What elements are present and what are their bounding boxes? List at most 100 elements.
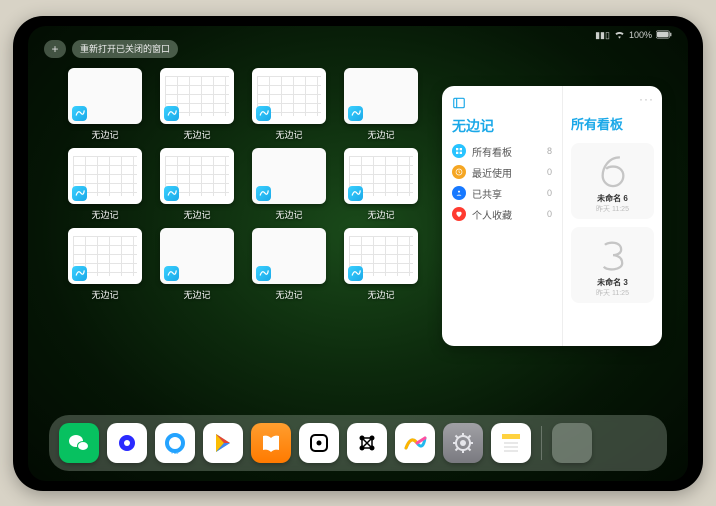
app-window[interactable]: 无边记 xyxy=(342,148,420,226)
app-thumbnail xyxy=(252,68,326,124)
sidebar-item-count: 0 xyxy=(547,167,552,177)
grid-icon xyxy=(452,144,466,158)
dock-app-wechat[interactable] xyxy=(59,423,99,463)
app-thumbnail xyxy=(68,68,142,124)
board-sketch xyxy=(590,149,636,191)
app-window-label: 无边记 xyxy=(367,128,394,141)
dock-separator xyxy=(541,426,542,460)
signal-icon: ▮▮▯ xyxy=(595,30,610,41)
app-thumbnail xyxy=(344,228,418,284)
ipad-frame: ▮▮▯ 100% + 重新打开已关闭的窗口 无边记无边记无边记无边记无边记无边记… xyxy=(13,16,703,491)
board-meta: 昨天 11:25 xyxy=(596,288,629,298)
app-window[interactable]: 无边记 xyxy=(250,68,328,146)
top-controls: + 重新打开已关闭的窗口 xyxy=(44,40,178,58)
sidebar-item-label: 所有看板 xyxy=(472,144,512,159)
freeform-sidebar-list: 所有看板 8 最近使用 0 已共享 0 个人收藏 0 xyxy=(452,144,552,222)
app-window-label: 无边记 xyxy=(91,288,118,301)
screen: ▮▮▯ 100% + 重新打开已关闭的窗口 无边记无边记无边记无边记无边记无边记… xyxy=(28,26,688,481)
svg-text:HD: HD xyxy=(171,450,179,455)
board-card[interactable]: 未命名 6昨天 11:25 xyxy=(571,143,654,219)
dock-app-dice[interactable] xyxy=(299,423,339,463)
app-window[interactable]: 无边记 xyxy=(158,148,236,226)
app-window-label: 无边记 xyxy=(183,208,210,221)
app-window-label: 无边记 xyxy=(91,208,118,221)
app-thumbnail xyxy=(344,68,418,124)
sidebar-item-label: 个人收藏 xyxy=(472,207,512,222)
app-window-label: 无边记 xyxy=(367,208,394,221)
board-sketch xyxy=(590,233,636,275)
board-name: 未命名 6 xyxy=(597,193,628,204)
boards-list: 未命名 6昨天 11:25未命名 3昨天 11:25 xyxy=(571,143,654,303)
dock-app-freeform[interactable] xyxy=(395,423,435,463)
reopen-closed-window-button[interactable]: 重新打开已关闭的窗口 xyxy=(72,40,178,58)
app-thumbnail xyxy=(68,148,142,204)
sidebar-item-count: 0 xyxy=(547,188,552,198)
app-thumbnail xyxy=(68,228,142,284)
freeform-icon xyxy=(256,266,271,281)
heart-icon xyxy=(452,207,466,221)
freeform-icon xyxy=(164,266,179,281)
app-thumbnail xyxy=(160,228,234,284)
app-window-label: 无边记 xyxy=(275,208,302,221)
freeform-content: ··· 所有看板 未命名 6昨天 11:25未命名 3昨天 11:25 xyxy=(563,86,662,346)
dock-app-grid-app[interactable] xyxy=(347,423,387,463)
people-icon xyxy=(452,186,466,200)
dock-app-settings[interactable] xyxy=(443,423,483,463)
freeform-icon xyxy=(72,186,87,201)
sidebar-item[interactable]: 已共享 0 xyxy=(452,186,552,201)
freeform-icon xyxy=(164,186,179,201)
dock-app-books[interactable] xyxy=(251,423,291,463)
sidebar-item[interactable]: 所有看板 8 xyxy=(452,144,552,159)
app-thumbnail xyxy=(160,148,234,204)
dock-app-qqbrowser[interactable]: HD xyxy=(155,423,195,463)
dock-app-notes[interactable] xyxy=(491,423,531,463)
app-thumbnail xyxy=(252,148,326,204)
app-window-label: 无边记 xyxy=(275,288,302,301)
app-window[interactable]: 无边记 xyxy=(66,228,144,306)
app-window-label: 无边记 xyxy=(183,288,210,301)
dock-app-quark[interactable] xyxy=(107,423,147,463)
app-window[interactable]: 无边记 xyxy=(158,68,236,146)
app-window[interactable]: 无边记 xyxy=(342,228,420,306)
sidebar-item-label: 最近使用 xyxy=(472,165,512,180)
app-window[interactable]: 无边记 xyxy=(250,148,328,226)
app-window[interactable]: 无边记 xyxy=(158,228,236,306)
dock-recent-folder[interactable] xyxy=(552,423,592,463)
freeform-sidebar-title: 无边记 xyxy=(452,116,552,136)
app-thumbnail xyxy=(160,68,234,124)
sidebar-item[interactable]: 个人收藏 0 xyxy=(452,207,552,222)
app-window[interactable]: 无边记 xyxy=(66,148,144,226)
freeform-sidebar: 无边记 所有看板 8 最近使用 0 已共享 0 个人收藏 0 xyxy=(442,86,563,346)
battery-icon xyxy=(656,30,672,41)
freeform-content-title: 所有看板 xyxy=(571,114,654,133)
app-window[interactable]: 无边记 xyxy=(342,68,420,146)
app-window-label: 无边记 xyxy=(367,288,394,301)
dock-app-play[interactable] xyxy=(203,423,243,463)
board-meta: 昨天 11:25 xyxy=(596,204,629,214)
sidebar-item-count: 8 xyxy=(547,146,552,156)
sidebar-item-count: 0 xyxy=(547,209,552,219)
freeform-icon xyxy=(348,266,363,281)
freeform-icon xyxy=(72,266,87,281)
more-menu-button[interactable]: ··· xyxy=(639,92,654,106)
sidebar-item[interactable]: 最近使用 0 xyxy=(452,165,552,180)
app-switcher-grid: 无边记无边记无边记无边记无边记无边记无边记无边记无边记无边记无边记无边记 xyxy=(66,68,436,306)
wifi-icon xyxy=(614,30,625,41)
app-window[interactable]: 无边记 xyxy=(66,68,144,146)
dock: HD xyxy=(49,415,667,471)
new-window-button[interactable]: + xyxy=(44,40,66,58)
app-window[interactable]: 无边记 xyxy=(250,228,328,306)
board-card[interactable]: 未命名 3昨天 11:25 xyxy=(571,227,654,303)
app-thumbnail xyxy=(252,228,326,284)
battery-percent: 100% xyxy=(629,30,652,40)
freeform-icon xyxy=(164,106,179,121)
app-window-label: 无边记 xyxy=(275,128,302,141)
freeform-icon xyxy=(348,186,363,201)
clock-icon xyxy=(452,165,466,179)
board-name: 未命名 3 xyxy=(597,277,628,288)
app-thumbnail xyxy=(344,148,418,204)
freeform-app-window[interactable]: 无边记 所有看板8最近使用0已共享0个人收藏0 ··· 所有看板 未命名 6昨天… xyxy=(442,86,662,346)
sidebar-item-label: 已共享 xyxy=(472,186,502,201)
freeform-icon xyxy=(256,186,271,201)
app-window-label: 无边记 xyxy=(183,128,210,141)
